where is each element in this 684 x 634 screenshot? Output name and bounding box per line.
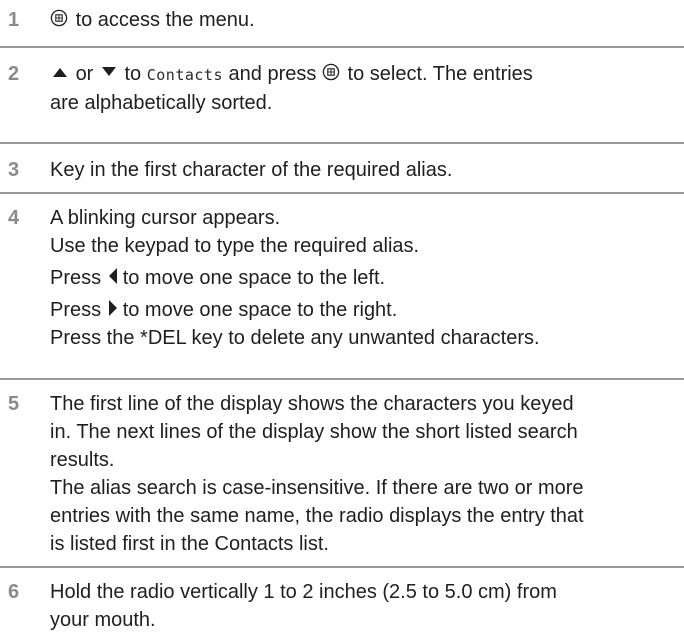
step-number: 1 (8, 9, 20, 31)
step-2-line-2: are alphabetically sorted. (50, 92, 273, 114)
menu-item-label: Contacts (146, 66, 223, 84)
select-text: to select. The entries (347, 63, 533, 85)
step-3-text: Key in the first character of the requir… (50, 159, 453, 181)
step-4: 4 A blinking cursor appears. Use the key… (0, 194, 684, 380)
step-number: 4 (8, 207, 20, 229)
press-word: Press (50, 267, 102, 289)
step-1-text: to access the menu. (75, 9, 255, 31)
step-text: to access the menu. (50, 6, 670, 34)
right-arrow-icon (108, 300, 117, 316)
or-text: or (75, 63, 94, 85)
left-arrow-icon (108, 268, 117, 284)
step-1: 1 to access the menu. (0, 0, 684, 48)
step-4-line-5: Press the *DEL key to delete any unwante… (50, 327, 540, 349)
step-number: 3 (8, 159, 20, 181)
right-text: to move one space to the right. (122, 299, 398, 321)
step-5-line: entries with the same name, the radio di… (50, 505, 584, 527)
step-6: 6 Hold the radio vertically 1 to 2 inche… (0, 568, 684, 631)
step-6-line: your mouth. (50, 609, 156, 631)
step-5-line: The first line of the display shows the … (50, 393, 574, 415)
step-4-line-left: Press to move one space to the left. (50, 264, 670, 292)
step-4-line-1: A blinking cursor appears. (50, 207, 281, 229)
step-6-line: Hold the radio vertically 1 to 2 inches … (50, 581, 557, 603)
menu-ok-button-icon (322, 63, 340, 81)
to-text: to (124, 63, 142, 85)
step-5-line: in. The next lines of the display show t… (50, 421, 578, 443)
step-number: 5 (8, 393, 20, 415)
step-5-line: The alias search is case-insensitive. If… (50, 477, 584, 499)
step-3: 3 Key in the first character of the requ… (0, 144, 684, 194)
press-word: Press (50, 299, 102, 321)
step-number: 6 (8, 581, 20, 603)
step-2: 2 or to Contacts and press to select. Th… (0, 48, 684, 144)
up-arrow-icon (53, 68, 67, 77)
step-2-line-1: or to Contacts and press to select. The … (50, 60, 670, 89)
step-5-line: results. (50, 449, 115, 471)
left-text: to move one space to the left. (122, 267, 386, 289)
step-number: 2 (8, 63, 20, 85)
step-4-line-right: Press to move one space to the right. (50, 296, 670, 324)
step-4-line-2: Use the keypad to type the required alia… (50, 235, 420, 257)
down-arrow-icon (101, 67, 116, 76)
press-text: and press (228, 63, 317, 85)
menu-ok-button-icon (50, 9, 68, 27)
step-5-line: is listed first in the Contacts list. (50, 533, 329, 555)
step-5: 5 The first line of the display shows th… (0, 380, 684, 568)
instruction-steps: 1 to access the menu. 2 or to Contacts a… (0, 0, 684, 631)
